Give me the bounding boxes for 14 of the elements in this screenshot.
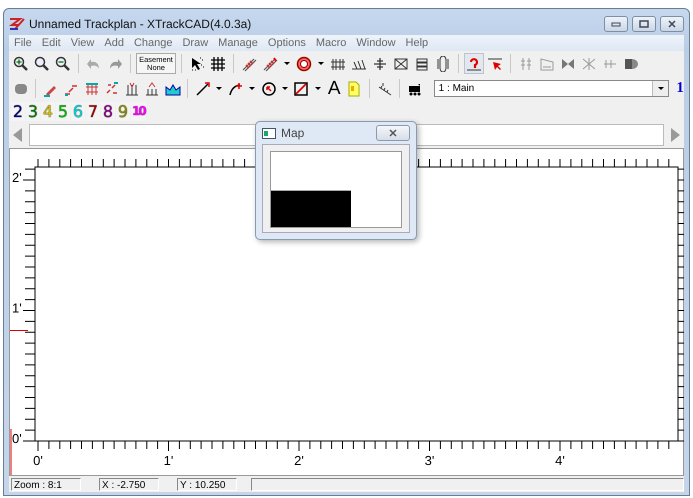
axis-label: 1' <box>164 453 174 468</box>
axis-label: 2' <box>294 453 304 468</box>
y-field: Y : 10.250 <box>177 478 237 490</box>
zoom-field: Zoom : 8:1 <box>11 478 81 490</box>
axis-label: 0' <box>33 453 43 468</box>
axis-label: 0' <box>12 431 22 446</box>
x-field: X : -2.750 <box>99 478 159 490</box>
axis-label: 2' <box>12 170 22 185</box>
axis-label: 1' <box>12 300 22 316</box>
current-layer: 1 <box>676 80 684 97</box>
window-title: Unnamed Trackplan - XTrackCAD(4.0.3a) <box>29 17 252 31</box>
axis-label: 3' <box>424 453 434 468</box>
axis-label: 4' <box>555 453 565 468</box>
dialog-title: Map <box>281 126 306 140</box>
